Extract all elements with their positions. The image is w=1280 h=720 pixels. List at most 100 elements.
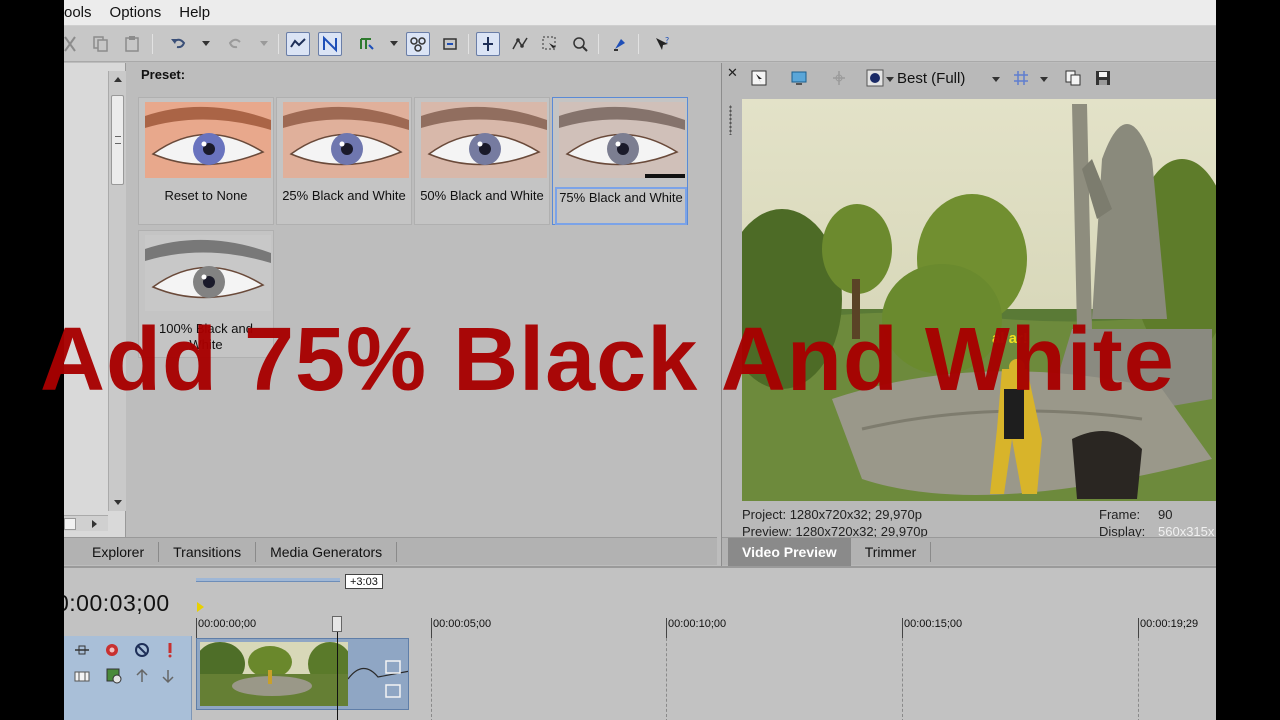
scroll-thumb[interactable] — [111, 95, 124, 185]
ignore-grouping-icon[interactable] — [438, 32, 462, 56]
playhead-handle[interactable] — [332, 616, 342, 632]
preset-thumbnail[interactable]: 100% Black and White — [138, 230, 274, 358]
eye-preview-image — [145, 235, 271, 311]
preview-toolbar: Best (Full) — [740, 65, 1216, 93]
tab-trimmer[interactable]: Trimmer — [851, 538, 931, 566]
auto-crossfade-icon[interactable] — [354, 32, 378, 56]
preset-caption: 25% Black and White — [282, 188, 406, 203]
cut-icon[interactable] — [64, 32, 82, 56]
track-motion-icon[interactable] — [72, 640, 92, 660]
video-clip[interactable] — [196, 638, 409, 710]
preset-thumbnail[interactable]: 50% Black and White — [414, 97, 550, 225]
time-ruler[interactable]: 00:00:00;00 00:00:05;00 00:00:10;00 00:0… — [194, 618, 1216, 638]
whats-this-help-icon[interactable]: ? — [650, 32, 674, 56]
preview-mode-icon[interactable] — [864, 67, 886, 89]
redo-dropdown-icon[interactable] — [260, 41, 268, 46]
undo-dropdown-icon[interactable] — [202, 41, 210, 46]
menu-options[interactable]: Options — [101, 4, 171, 21]
zoom-tool-icon[interactable] — [568, 32, 592, 56]
preset-caption: Reset to None — [164, 188, 248, 203]
vegas-window: ools Options Help ? Preset: Reset to Non… — [64, 0, 1216, 720]
ruler-label: 00:00:05;00 — [433, 618, 492, 630]
tab-explorer[interactable]: Explorer — [78, 538, 158, 566]
split-screen-icon[interactable] — [828, 67, 850, 89]
timecode-display[interactable]: 0:00:03;00 — [64, 590, 170, 617]
preset-thumbnail[interactable]: Reset to None — [138, 97, 274, 225]
svg-text:?: ? — [665, 36, 669, 45]
preset-grid: Preset: Reset to None 25% Black and White… — [138, 63, 708, 537]
eye-preview-image — [421, 102, 547, 178]
preview-quality-select[interactable]: Best (Full) — [897, 70, 965, 87]
snapping-icon[interactable] — [318, 32, 342, 56]
make-child-icon[interactable] — [158, 666, 178, 686]
letterbox-left — [0, 0, 64, 720]
grid-line — [902, 638, 903, 720]
scroll-right-icon[interactable] — [92, 520, 97, 528]
preset-caption: 100% Black and White — [159, 321, 253, 352]
preset-thumbnail[interactable]: 25% Black and White — [276, 97, 412, 225]
main-toolbar: ? — [64, 26, 1216, 62]
tab-video-preview[interactable]: Video Preview — [728, 537, 851, 566]
hscroll-thumb[interactable] — [64, 518, 76, 530]
save-snapshot-icon[interactable] — [1092, 67, 1114, 89]
tab-media-generators[interactable]: Media Generators — [256, 538, 396, 566]
grid-line — [666, 638, 667, 720]
make-parent-icon[interactable] — [132, 666, 152, 686]
track-fx-icon[interactable] — [102, 640, 122, 660]
marker-flag-icon[interactable] — [197, 602, 204, 612]
external-monitor-icon[interactable] — [788, 67, 810, 89]
preset-caption: 75% Black and White — [555, 187, 687, 225]
scroll-down-icon[interactable] — [114, 500, 122, 505]
toolbar-separator — [278, 34, 279, 54]
ruler-tick — [1138, 618, 1139, 638]
ruler-tick — [196, 618, 197, 638]
toolbar-separator — [598, 34, 599, 54]
horizontal-scrollbar[interactable] — [64, 515, 108, 531]
lock-envelopes-icon[interactable] — [406, 32, 430, 56]
quality-dropdown-icon[interactable] — [992, 77, 1000, 82]
panel-grip-icon[interactable] — [729, 105, 732, 135]
loop-region-bar[interactable] — [196, 578, 340, 582]
composite-child-icon[interactable] — [104, 666, 124, 686]
plugin-chooser-panel: Preset: Reset to None 25% Black and White… — [64, 63, 717, 540]
menu-tools[interactable]: ools — [64, 4, 101, 21]
grid-line — [1138, 638, 1139, 720]
scroll-up-icon[interactable] — [114, 77, 122, 82]
preview-properties-icon[interactable] — [748, 67, 770, 89]
project-info: Project: 1280x720x32; 29,970p — [742, 507, 922, 522]
undo-icon[interactable] — [166, 32, 190, 56]
ruler-label: 00:00:10;00 — [668, 618, 727, 630]
normal-edit-tool-icon[interactable] — [476, 32, 500, 56]
ruler-tick — [666, 618, 667, 638]
envelope-tool-icon[interactable] — [508, 32, 532, 56]
video-track-header[interactable] — [64, 636, 192, 720]
frame-value: 90 — [1158, 507, 1173, 522]
overlays-dropdown-icon[interactable] — [1040, 77, 1048, 82]
preview-mode-dropdown-icon[interactable] — [886, 77, 894, 82]
copy-snapshot-icon[interactable] — [1062, 67, 1084, 89]
eye-preview-image — [283, 102, 409, 178]
right-dock-tabs: Video Preview Trimmer — [722, 537, 1216, 566]
solo-icon[interactable] — [160, 640, 180, 660]
eye-preview-image — [145, 102, 271, 178]
compositing-mode-icon[interactable] — [72, 666, 92, 686]
preset-label: Preset: — [141, 67, 186, 82]
mute-icon[interactable] — [132, 640, 152, 660]
enable-snapping-icon[interactable] — [608, 32, 632, 56]
close-icon[interactable]: ✕ — [727, 65, 738, 81]
menu-help[interactable]: Help — [170, 4, 219, 21]
paste-icon[interactable] — [120, 32, 144, 56]
copy-icon[interactable] — [88, 32, 112, 56]
clip-fade-envelope[interactable] — [348, 639, 409, 710]
preset-thumbnail[interactable]: 75% Black and White — [552, 97, 688, 225]
playhead-line — [337, 632, 338, 720]
frame-label: Frame: — [1099, 507, 1141, 522]
selection-tool-icon[interactable] — [538, 32, 562, 56]
vertical-scrollbar[interactable] — [108, 71, 126, 511]
auto-ripple-icon[interactable] — [286, 32, 310, 56]
tab-transitions[interactable]: Transitions — [159, 538, 255, 566]
overlays-grid-icon[interactable] — [1010, 67, 1032, 89]
crossfade-dropdown-icon[interactable] — [390, 41, 398, 46]
timeline: 0:00:03;00 +3:03 00:00:00;00 00:00:05;00… — [64, 566, 1216, 720]
redo-icon[interactable] — [224, 32, 248, 56]
